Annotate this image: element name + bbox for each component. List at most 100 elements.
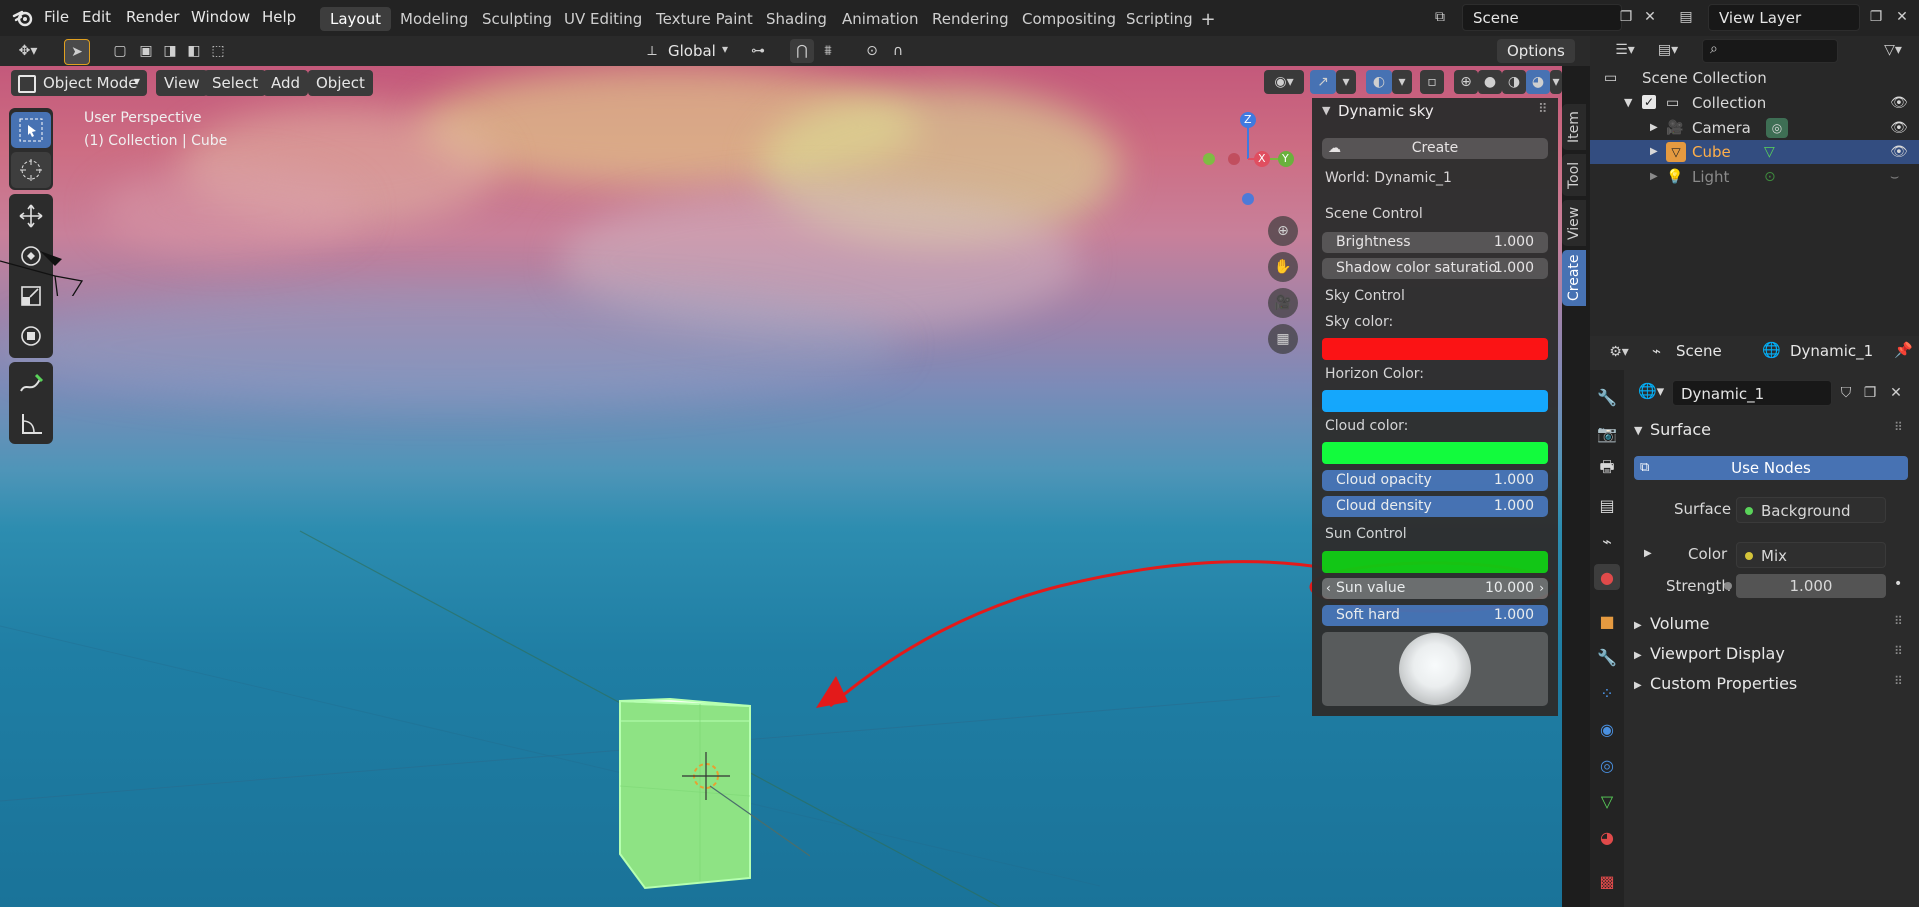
expand-arrow-icon[interactable]: ▶ <box>1634 680 1642 691</box>
visibility-icon[interactable]: ◉▾ <box>1264 70 1304 94</box>
chevron-down-icon[interactable]: ▾ <box>1550 70 1562 94</box>
transform-tool-icon[interactable] <box>11 318 51 354</box>
object-tab-icon[interactable]: ■ <box>1594 608 1620 634</box>
fake-user-shield-icon[interactable]: ⛉ <box>1834 381 1858 405</box>
expand-arrow-icon[interactable]: ▶ <box>1634 650 1642 661</box>
annotate-tool-icon[interactable] <box>11 366 51 402</box>
duplicate-icon[interactable]: ❐ <box>1858 381 1882 405</box>
brightness-field[interactable]: Brightness 1.000 <box>1322 232 1548 253</box>
render-tab-icon[interactable]: 📷 <box>1594 420 1620 446</box>
add-workspace-icon[interactable]: + <box>1196 7 1220 31</box>
options-dropdown[interactable]: Options <box>1497 39 1575 63</box>
chevron-down-icon[interactable]: ▾ <box>1336 70 1356 94</box>
material-shading-icon[interactable]: ◑ <box>1502 70 1526 94</box>
expand-arrow-icon[interactable]: ▼ <box>1624 91 1632 115</box>
drag-handle-icon[interactable]: ⠿ <box>1894 614 1903 628</box>
world-name-field[interactable]: Dynamic_1 <box>1672 380 1832 406</box>
use-nodes-button[interactable]: ⧉ Use Nodes <box>1634 456 1908 480</box>
cloud-color-swatch[interactable] <box>1322 442 1548 464</box>
world-datablock-icon[interactable]: 🌐▾ <box>1638 382 1664 400</box>
view-layer-tab-icon[interactable]: ▤ <box>1594 492 1620 518</box>
eye-icon[interactable]: 👁 <box>1890 91 1908 115</box>
collapse-triangle-icon[interactable]: ▼ <box>1322 104 1330 117</box>
physics-tab-icon[interactable]: ◉ <box>1594 716 1620 742</box>
chevron-down-icon[interactable]: ▾ <box>1392 70 1412 94</box>
drag-handle-icon[interactable]: ⠿ <box>1894 674 1903 688</box>
blender-logo-icon[interactable] <box>12 8 34 28</box>
tab-compositing[interactable]: Compositing <box>1012 7 1126 31</box>
measure-tool-icon[interactable] <box>11 406 51 442</box>
transform-orientation-icon[interactable]: ⟂ <box>640 39 664 63</box>
side-tab-item[interactable]: Item <box>1562 104 1586 150</box>
editor-type-icon[interactable]: ✥▾ <box>10 39 46 63</box>
keyframe-dot-icon[interactable]: • <box>1894 576 1902 592</box>
pivot-point-icon[interactable]: ⊶ <box>746 39 770 63</box>
camera-view-icon[interactable]: 🎥 <box>1268 288 1298 318</box>
outliner-editor-type-icon[interactable]: ☰▾ <box>1608 38 1642 62</box>
scene-tab-icon[interactable]: ⌁ <box>1594 528 1620 554</box>
eye-icon[interactable]: 👁 <box>1890 116 1908 140</box>
menu-help[interactable]: Help <box>262 8 296 26</box>
tree-row-cube[interactable]: ▶ ▽ Cube ▽ 👁 <box>1590 140 1919 164</box>
menu-file[interactable]: File <box>44 8 69 26</box>
drag-handle-icon[interactable]: ⠿ <box>1894 644 1903 658</box>
create-sky-button[interactable]: ☁ Create <box>1322 138 1548 159</box>
sky-color-swatch[interactable] <box>1322 338 1548 360</box>
side-tab-view[interactable]: View <box>1562 200 1586 246</box>
display-mode-icon[interactable]: ▤▾ <box>1650 38 1686 62</box>
shadow-saturation-field[interactable]: Shadow color saturatio 1.000 <box>1322 258 1548 279</box>
modifier-tab-icon[interactable]: 🔧 <box>1594 644 1620 670</box>
xray-icon[interactable]: ▫ <box>1420 70 1444 94</box>
new-scene-icon[interactable]: ❐ <box>1614 5 1638 29</box>
tab-layout[interactable]: Layout <box>320 7 391 31</box>
select-tool-icon[interactable]: ➤ <box>64 39 90 65</box>
tree-row-scene-collection[interactable]: ▭ Scene Collection <box>1590 66 1919 90</box>
tab-texture-paint[interactable]: Texture Paint <box>646 7 763 31</box>
eye-icon[interactable]: 👁 <box>1890 140 1908 164</box>
unlink-icon[interactable]: ✕ <box>1884 381 1908 405</box>
expand-arrow-icon[interactable]: ▶ <box>1650 165 1658 189</box>
viewport-display-panel-header[interactable]: Viewport Display <box>1650 644 1785 663</box>
checkbox-icon[interactable]: ✓ <box>1642 95 1656 109</box>
cloud-opacity-slider[interactable]: Cloud opacity 1.000 <box>1322 470 1548 491</box>
collapse-triangle-icon[interactable]: ▼ <box>1634 424 1642 437</box>
tab-animation[interactable]: Animation <box>832 7 928 31</box>
pan-hand-icon[interactable]: ✋ <box>1268 252 1298 282</box>
color-input-select[interactable]: Mix <box>1736 542 1886 568</box>
select-invert-icon[interactable]: ◧ <box>182 39 206 63</box>
view-menu[interactable]: View <box>156 70 208 96</box>
pin-icon[interactable]: 📌 <box>1894 341 1913 359</box>
surface-panel-header[interactable]: Surface <box>1650 420 1711 439</box>
select-subtract-icon[interactable]: ◨ <box>158 39 182 63</box>
constraints-tab-icon[interactable]: ◎ <box>1594 752 1620 778</box>
select-extend-icon[interactable]: ▣ <box>134 39 158 63</box>
chevron-down-icon[interactable]: ▾ <box>722 42 728 56</box>
delete-view-layer-icon[interactable]: ✕ <box>1890 5 1914 29</box>
output-tab-icon[interactable]: 🖶 <box>1594 456 1620 482</box>
mesh-data-tab-icon[interactable]: ▽ <box>1594 788 1620 814</box>
texture-tab-icon[interactable]: ▩ <box>1594 868 1620 894</box>
menu-window[interactable]: Window <box>191 8 250 26</box>
new-view-layer-icon[interactable]: ❐ <box>1864 5 1888 29</box>
snap-target-icon[interactable]: ⩩ <box>816 39 840 63</box>
delete-scene-icon[interactable]: ✕ <box>1638 5 1662 29</box>
tab-rendering[interactable]: Rendering <box>922 7 1019 31</box>
material-tab-icon[interactable]: ◕ <box>1594 824 1620 850</box>
tab-shading[interactable]: Shading <box>756 7 837 31</box>
particles-tab-icon[interactable]: ⁘ <box>1594 680 1620 706</box>
increment-arrow-icon[interactable]: › <box>1539 578 1544 599</box>
ortho-grid-icon[interactable]: ▦ <box>1268 324 1298 354</box>
strength-field[interactable]: 1.000 <box>1724 574 1886 598</box>
mesh-data-icon[interactable]: ▽ <box>1764 140 1775 164</box>
select-box-tool-icon[interactable] <box>11 112 51 148</box>
overlays-icon[interactable]: ◐ <box>1366 70 1392 94</box>
view-layer-icon[interactable]: ▤ <box>1674 5 1698 29</box>
world-tab-icon[interactable]: ● <box>1594 564 1620 590</box>
tab-modeling[interactable]: Modeling <box>390 7 478 31</box>
properties-editor-type-icon[interactable]: ⚙▾ <box>1602 340 1636 364</box>
cube-object[interactable] <box>610 626 810 896</box>
proportional-edit-icon[interactable]: ⊙ <box>860 39 884 63</box>
expand-arrow-icon[interactable]: ▶ <box>1634 620 1642 631</box>
side-tab-tool[interactable]: Tool <box>1562 154 1586 196</box>
solid-shading-icon[interactable]: ● <box>1478 70 1502 94</box>
